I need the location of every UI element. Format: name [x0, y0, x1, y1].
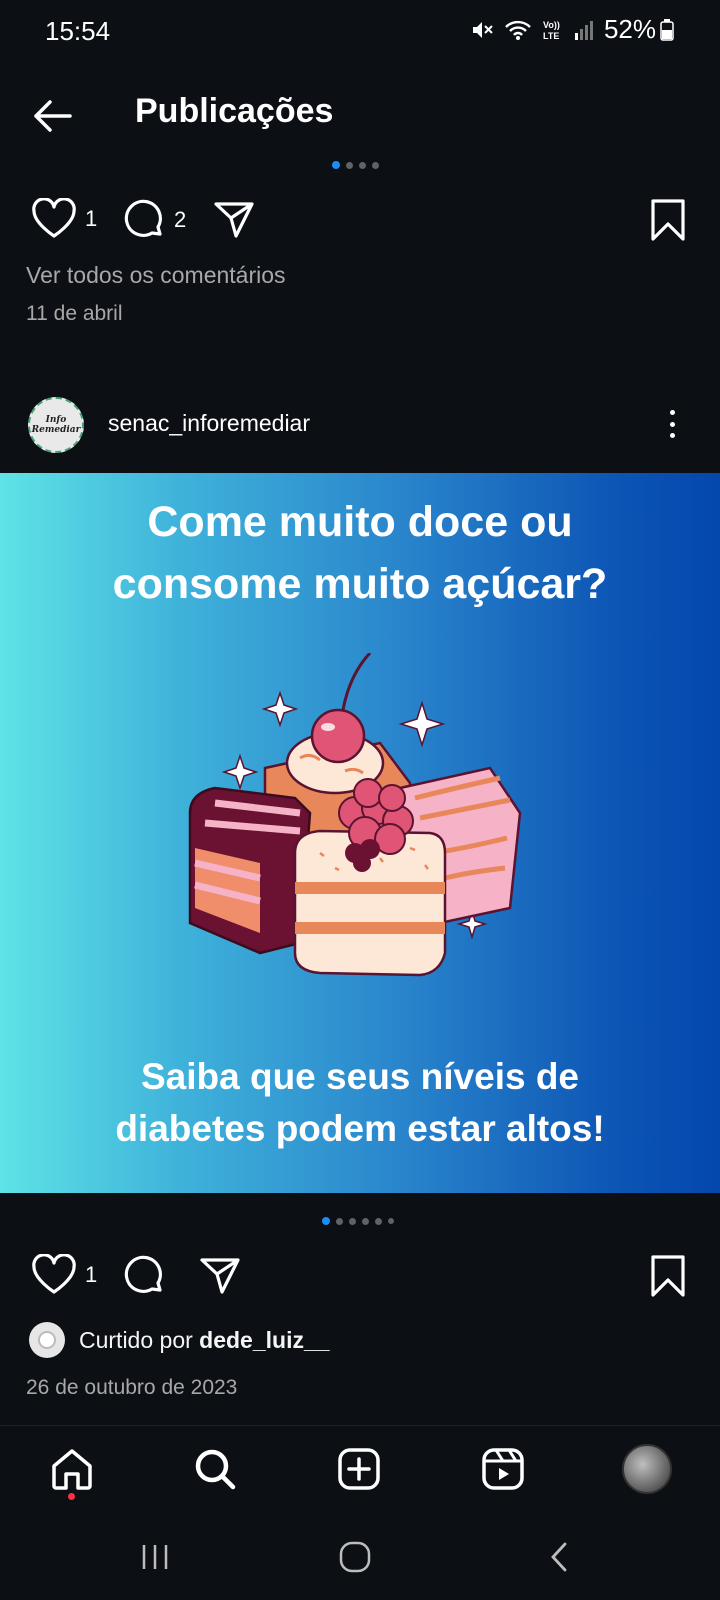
carousel-dot — [336, 1217, 343, 1225]
image-headline-line: consome muito açúcar? — [112, 560, 608, 608]
battery-indicator: 52% — [604, 14, 674, 45]
page-header: Publicações — [0, 78, 720, 150]
wifi-icon — [505, 20, 531, 40]
add-icon — [338, 1448, 380, 1490]
image-headline: Come muito doce ou consome muito açúcar? — [0, 491, 720, 615]
share-button[interactable] — [212, 198, 256, 242]
comment-count: 2 — [174, 207, 187, 232]
chevron-left-icon — [551, 1542, 567, 1572]
liked-by: Curtido por dede_luiz__ — [29, 1322, 330, 1358]
bottom-navigation — [0, 1425, 720, 1515]
battery-text: 52% — [603, 14, 656, 44]
carousel-dot — [359, 161, 366, 169]
system-navigation-bar — [0, 1515, 720, 1600]
recent-apps-button[interactable] — [130, 1537, 180, 1577]
carousel-dot — [349, 1217, 356, 1225]
svg-text:LTE: LTE — [543, 31, 559, 41]
desserts-illustration — [188, 653, 522, 977]
comment-icon — [124, 199, 162, 237]
more-options-button[interactable] — [664, 406, 680, 442]
post-header: Info Remediar senac_inforemediar — [0, 388, 720, 460]
like-button[interactable]: 1 — [31, 198, 97, 240]
home-circle-icon — [339, 1541, 371, 1573]
carousel-dot — [388, 1218, 394, 1224]
status-bar: 15:54 Vo)) LTE 52% — [0, 0, 720, 64]
save-button[interactable] — [648, 198, 688, 242]
nav-reels[interactable] — [478, 1444, 528, 1494]
like-count: 1 — [85, 1262, 98, 1287]
carousel-indicator-prev — [332, 161, 379, 169]
image-subheadline: Saiba que seus níveis de diabetes podem … — [0, 1051, 720, 1155]
image-headline-line: Come muito doce ou — [147, 498, 573, 546]
carousel-dot — [375, 1217, 382, 1225]
home-system-button[interactable] — [330, 1537, 380, 1577]
svg-text:Vo)): Vo)) — [543, 20, 560, 30]
like-count: 1 — [85, 206, 98, 231]
carousel-dot — [346, 161, 353, 169]
heart-icon — [32, 1254, 76, 1294]
view-all-comments-link[interactable]: Ver todos os comentários — [26, 262, 286, 289]
carousel-dot — [322, 1217, 330, 1225]
avatar-logo-text: Info Remediar — [31, 415, 81, 435]
search-icon — [195, 1449, 236, 1490]
like-button[interactable]: 1 — [31, 1254, 97, 1296]
arrow-left-icon — [34, 100, 72, 132]
back-button[interactable] — [28, 92, 76, 140]
image-subheadline-line: Saiba que seus níveis de — [140, 1056, 580, 1097]
nav-home[interactable] — [47, 1444, 97, 1494]
reels-icon — [482, 1448, 524, 1490]
liker-avatar[interactable] — [29, 1322, 65, 1358]
heart-icon — [32, 198, 76, 238]
comment-button[interactable] — [122, 1254, 166, 1298]
page-title: Publicações — [135, 92, 334, 130]
nav-create[interactable] — [334, 1444, 384, 1494]
signal-icon — [574, 20, 593, 40]
post-username[interactable]: senac_inforemediar — [108, 410, 310, 437]
post-actions: 1 — [0, 1254, 720, 1314]
mute-icon — [472, 21, 493, 38]
status-time: 15:54 — [45, 16, 111, 46]
recent-apps-icon — [142, 1545, 168, 1569]
nav-profile[interactable] — [622, 1444, 672, 1494]
comment-button[interactable]: 2 — [122, 198, 186, 242]
carousel-indicator — [322, 1217, 394, 1225]
post-image[interactable]: Come muito doce ou consome muito açúcar? — [0, 473, 720, 1193]
home-icon — [52, 1449, 92, 1490]
prev-post-date: 11 de abril — [26, 302, 123, 325]
back-system-button[interactable] — [534, 1537, 584, 1577]
notification-dot — [68, 1493, 75, 1500]
carousel-dot — [372, 161, 379, 169]
bookmark-icon — [651, 1255, 685, 1297]
send-icon — [214, 202, 254, 238]
carousel-dot — [362, 1217, 369, 1225]
save-button[interactable] — [648, 1254, 688, 1298]
post-date: 26 de outubro de 2023 — [26, 1376, 238, 1399]
prev-post-actions: 1 2 — [0, 198, 720, 258]
battery-icon — [660, 18, 674, 41]
share-button[interactable] — [198, 1254, 242, 1298]
nav-search[interactable] — [190, 1444, 240, 1494]
avatar[interactable]: Info Remediar — [28, 397, 84, 453]
liked-by-user[interactable]: dede_luiz__ — [199, 1327, 329, 1353]
profile-avatar — [622, 1444, 672, 1494]
send-icon — [200, 1258, 240, 1294]
image-subheadline-line: diabetes podem estar altos! — [115, 1108, 605, 1149]
bookmark-icon — [651, 199, 685, 241]
status-icons: Vo)) LTE 52% — [470, 14, 674, 45]
more-vertical-icon — [669, 410, 675, 415]
comment-icon — [124, 1255, 162, 1293]
volte-icon: Vo))LTE — [543, 20, 560, 41]
liked-by-text[interactable]: Curtido por dede_luiz__ — [79, 1327, 330, 1354]
carousel-dot — [332, 161, 340, 169]
liked-by-prefix: Curtido por — [79, 1326, 200, 1353]
